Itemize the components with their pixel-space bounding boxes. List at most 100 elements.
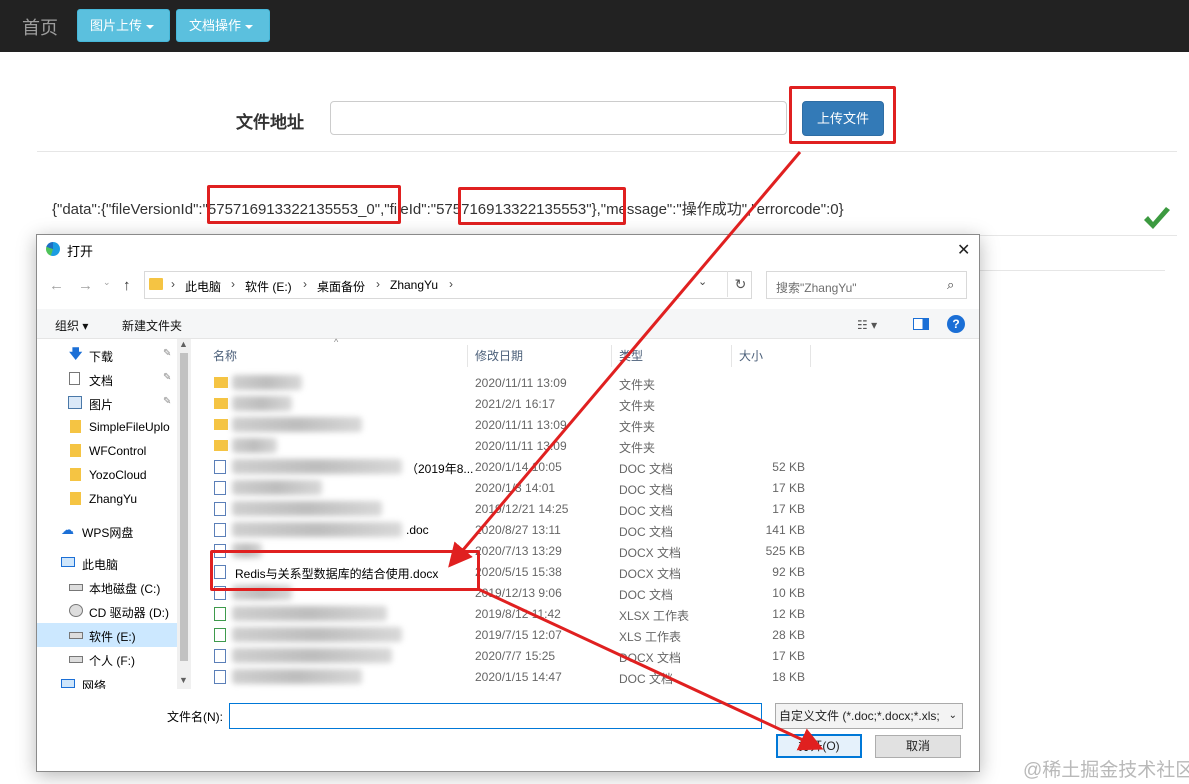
file-type: DOCX 文档: [619, 651, 682, 665]
help-icon[interactable]: ?: [947, 315, 965, 333]
file-size: 12 KB: [772, 607, 805, 621]
nav-item-label: 图片: [89, 398, 114, 412]
file-row[interactable]: 2020/11/11 13:09 文件夹: [204, 372, 977, 393]
file-type-filter-select[interactable]: 自定义文件 (*.doc;*.docx;*.xls; ⌄: [775, 703, 963, 729]
file-date: 2020/7/13 13:29: [475, 544, 562, 558]
file-type: DOC 文档: [619, 462, 674, 476]
nav-item-yozocloud[interactable]: YozoCloud: [37, 463, 177, 487]
file-row[interactable]: 2021/2/1 16:17 文件夹: [204, 393, 977, 414]
redacted-filename: [232, 417, 362, 432]
doc-ops-menu-button[interactable]: 文档操作: [176, 9, 270, 42]
file-row[interactable]: .doc 2020/8/27 13:11 DOC 文档 141 KB: [204, 519, 977, 540]
file-list: ^ 名称 修改日期 类型 大小 2020/11/11 13:09 文件夹 2021/…: [204, 337, 977, 689]
chevron-right-icon: ›: [449, 277, 453, 291]
computer-icon: [61, 557, 75, 567]
file-row[interactable]: 2020/1/3 14:01 DOC 文档 17 KB: [204, 477, 977, 498]
file-row[interactable]: 2020/11/11 13:09 文件夹: [204, 414, 977, 435]
breadcrumb-item[interactable]: 桌面备份: [317, 278, 365, 295]
nav-item-drive-e[interactable]: 软件 (E:): [37, 623, 177, 647]
nav-item-drive-d[interactable]: CD 驱动器 (D:): [37, 599, 177, 623]
cancel-button[interactable]: 取消: [875, 735, 961, 758]
column-header-size[interactable]: 大小: [733, 345, 811, 367]
annotation-box-version-id: [207, 185, 401, 224]
breadcrumb-item[interactable]: ZhangYu: [390, 278, 438, 292]
scrollbar-thumb[interactable]: [180, 353, 188, 661]
file-address-input[interactable]: [330, 101, 787, 135]
file-row[interactable]: 2020/1/15 14:47 DOC 文档 18 KB: [204, 666, 977, 687]
folder-icon: [70, 468, 81, 481]
back-arrow-icon[interactable]: ←: [49, 277, 64, 294]
scroll-down-icon[interactable]: ▼: [179, 675, 188, 685]
close-icon[interactable]: ✕: [957, 240, 970, 260]
nav-item-drive-c[interactable]: 本地磁盘 (C:): [37, 575, 177, 599]
file-type: DOC 文档: [619, 672, 674, 686]
file-date: 2020/1/3 14:01: [475, 481, 556, 495]
image-upload-menu-button[interactable]: 图片上传: [77, 9, 170, 42]
dialog-titlebar[interactable]: 打开 ✕: [37, 235, 979, 263]
brand-link[interactable]: 首页: [22, 14, 58, 40]
download-icon: 🡇: [69, 346, 83, 361]
file-row[interactable]: （2019年8... 2020/1/14 10:05 DOC 文档 52 KB: [204, 456, 977, 477]
file-row[interactable]: 2019/8/12 11:42 XLSX 工作表 12 KB: [204, 603, 977, 624]
file-row[interactable]: 2020/7/7 15:25 DOCX 文档 17 KB: [204, 645, 977, 666]
column-header-name[interactable]: 名称: [207, 345, 468, 367]
file-type: XLSX 工作表: [619, 609, 690, 623]
organize-label: 组织: [55, 319, 80, 333]
breadcrumb-item[interactable]: 软件 (E:): [245, 278, 292, 295]
dialog-title: 打开: [67, 244, 94, 259]
search-input[interactable]: 搜索"ZhangYu" ⌕: [766, 271, 967, 299]
folder-icon: [214, 377, 228, 388]
nav-pane-scrollbar[interactable]: ▲ ▼: [177, 339, 191, 689]
dialog-toolbar: 组织 ▾ 新建文件夹 ☷ ▾ ?: [37, 309, 979, 339]
file-type: 文件夹: [619, 378, 656, 392]
breadcrumb-item[interactable]: 此电脑: [185, 278, 221, 295]
nav-item-documents[interactable]: 文档 ✎: [37, 367, 177, 391]
file-date: 2019/7/15 12:07: [475, 628, 562, 642]
file-size: 18 KB: [772, 670, 805, 684]
nav-item-drive-f[interactable]: 个人 (F:): [37, 647, 177, 671]
filename-input[interactable]: [229, 703, 762, 729]
open-button[interactable]: 打开(O): [776, 734, 862, 758]
view-options-icon[interactable]: ☷ ▾: [857, 318, 877, 332]
nav-item-downloads[interactable]: 🡇 下载 ✎: [37, 343, 177, 367]
nav-item-zhangyu[interactable]: ZhangYu: [37, 487, 177, 511]
preview-pane-icon[interactable]: [913, 318, 929, 330]
file-type: 文件夹: [619, 399, 656, 413]
nav-item-wps-cloud[interactable]: ☁ WPS网盘: [37, 519, 177, 543]
file-name: .doc: [406, 523, 429, 537]
file-date: 2020/11/11 13:09: [475, 418, 567, 432]
search-placeholder: 搜索"ZhangYu": [776, 281, 857, 295]
nav-item-network[interactable]: 网络: [37, 677, 177, 689]
column-header-type[interactable]: 类型: [613, 345, 732, 367]
redacted-filename: [232, 459, 402, 474]
nav-item-pictures[interactable]: 图片 ✎: [37, 391, 177, 415]
scroll-up-icon[interactable]: ▲: [179, 339, 188, 349]
nav-item-simplefileupload[interactable]: SimpleFileUplo: [37, 415, 177, 439]
file-row[interactable]: 2020/11/11 13:09 文件夹: [204, 435, 977, 456]
nav-item-label: 个人 (F:): [89, 654, 135, 668]
result-json-text: {"data":{"fileVersionId":"57571691332213…: [52, 198, 844, 219]
nav-item-label: YozoCloud: [89, 468, 147, 482]
nav-item-label: 此电脑: [82, 558, 119, 572]
recent-chevron-icon[interactable]: ⌄: [103, 277, 111, 288]
file-type: DOCX 文档: [619, 567, 682, 581]
file-row[interactable]: 2019/7/15 12:07 XLS 工作表 28 KB: [204, 624, 977, 645]
nav-item-label: ZhangYu: [89, 492, 138, 506]
column-header-date[interactable]: 修改日期: [469, 345, 612, 367]
organize-button[interactable]: 组织 ▾: [55, 317, 88, 334]
file-size: 10 KB: [772, 586, 805, 600]
word-file-icon: [214, 649, 226, 663]
pin-icon: ✎: [163, 348, 172, 359]
address-bar[interactable]: › 此电脑 › 软件 (E:) › 桌面备份 › ZhangYu › ⌄: [144, 271, 752, 299]
file-type: 文件夹: [619, 420, 656, 434]
file-date: 2019/12/13 9:06: [475, 586, 562, 600]
forward-arrow-icon[interactable]: →: [78, 277, 93, 294]
up-arrow-icon[interactable]: ↑: [123, 277, 131, 294]
new-folder-button[interactable]: 新建文件夹: [122, 317, 182, 334]
file-size: 17 KB: [772, 481, 805, 495]
file-row[interactable]: 2019/12/21 14:25 DOC 文档 17 KB: [204, 498, 977, 519]
chevron-down-icon[interactable]: ⌄: [698, 275, 707, 288]
nav-item-wfcontrol[interactable]: WFControl: [37, 439, 177, 463]
nav-item-this-pc[interactable]: 此电脑: [37, 551, 177, 575]
refresh-icon[interactable]: ↻: [727, 271, 753, 297]
